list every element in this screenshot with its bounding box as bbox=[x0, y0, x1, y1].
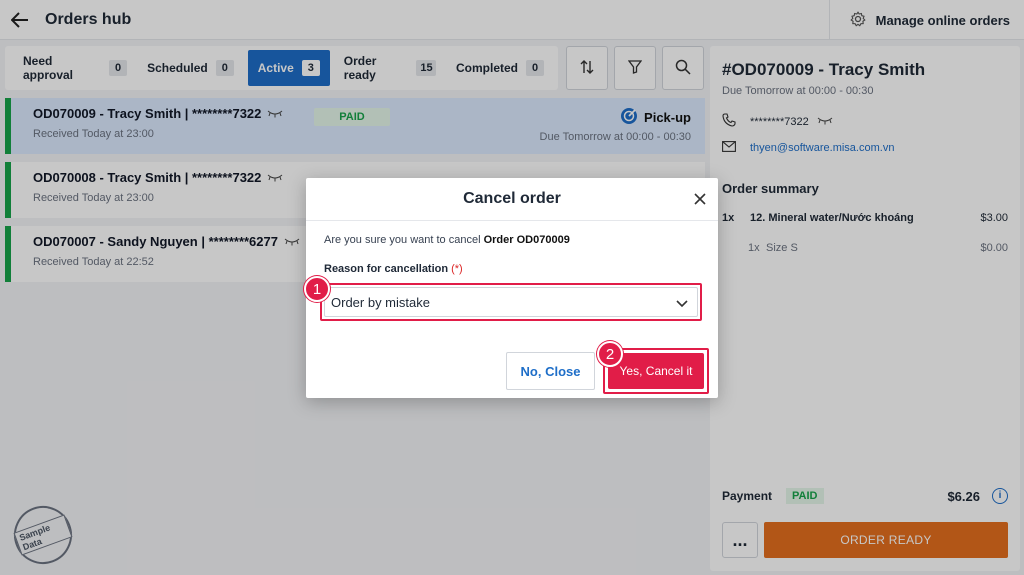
close-icon[interactable] bbox=[690, 189, 710, 209]
reason-label: Reason for cancellation (*) bbox=[324, 263, 700, 275]
step-callout-2: 2 bbox=[597, 341, 623, 367]
step-callout-1: 1 bbox=[304, 276, 330, 302]
yes-cancel-button[interactable]: Yes, Cancel it bbox=[608, 353, 704, 389]
highlight-box-1: Order by mistake bbox=[320, 283, 702, 321]
no-close-button[interactable]: No, Close bbox=[506, 352, 595, 390]
confirm-prefix: Are you sure you want to cancel bbox=[324, 234, 484, 246]
cancel-order-dialog: Cancel order Are you sure you want to ca… bbox=[306, 178, 718, 398]
dialog-header: Cancel order bbox=[306, 178, 718, 221]
dialog-title: Cancel order bbox=[463, 190, 561, 207]
confirm-order-id: Order OD070009 bbox=[483, 234, 570, 246]
dialog-footer: No, Close Yes, Cancel it bbox=[306, 338, 718, 398]
reason-select-value: Order by mistake bbox=[331, 294, 430, 310]
chevron-down-icon bbox=[675, 296, 689, 310]
required-mark: (*) bbox=[451, 263, 463, 275]
confirm-message: Are you sure you want to cancel Order OD… bbox=[324, 234, 700, 246]
reason-label-text: Reason for cancellation bbox=[324, 263, 449, 275]
reason-select[interactable]: Order by mistake bbox=[324, 287, 698, 317]
dialog-body: Are you sure you want to cancel Order OD… bbox=[306, 221, 718, 321]
